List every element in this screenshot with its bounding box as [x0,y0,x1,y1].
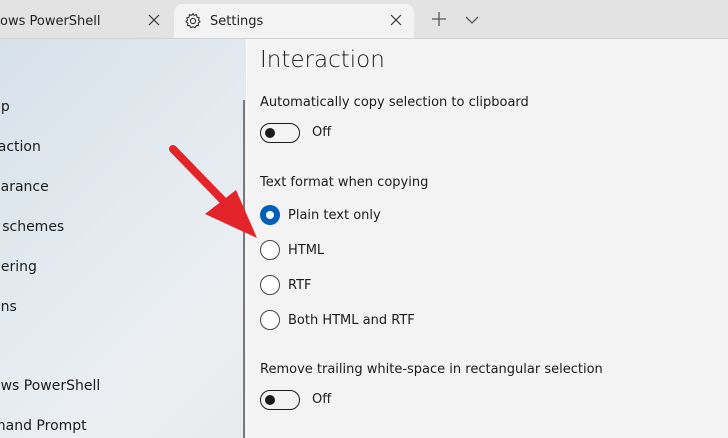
close-icon[interactable] [388,12,404,28]
radio-label: Both HTML and RTF [288,312,415,328]
toggle-knob [264,394,275,405]
copy-on-select-label: Automatically copy selection to clipboar… [260,95,529,110]
plus-icon[interactable] [430,10,448,28]
text-format-label: Text format when copying [260,175,429,190]
page-title: Interaction [260,47,385,73]
radio-rtf[interactable]: RTF [260,275,312,295]
radio-button[interactable] [260,240,280,260]
radio-button[interactable] [260,275,280,295]
sidebar-item-actions[interactable]: ons [0,299,17,315]
sidebar-scrollbar[interactable] [243,100,245,438]
sidebar-item-appearance[interactable]: earance [0,179,49,195]
tab-powershell[interactable]: ows PowerShell [0,4,172,38]
radio-html[interactable]: HTML [260,240,324,260]
chevron-down-icon[interactable] [464,12,480,28]
tab-settings[interactable]: Settings [174,4,414,38]
sidebar-item-color-schemes[interactable]: r schemes [0,219,64,235]
tab-settings-label: Settings [210,13,264,29]
radio-label: RTF [288,277,312,293]
sidebar-item-rendering[interactable]: dering [0,259,37,275]
sidebar-item-command-prompt[interactable]: mand Prompt [0,418,87,434]
radio-button-checked[interactable] [260,205,280,225]
sidebar-item-interaction[interactable]: raction [0,139,41,155]
trim-block-selection-label: Remove trailing white-space in rectangul… [260,362,603,377]
sidebar-item-windows-powershell[interactable]: ows PowerShell [0,378,100,394]
settings-content: Interaction Automatically copy selection… [247,39,728,438]
radio-plain-text[interactable]: Plain text only [260,205,381,225]
radio-label: HTML [288,242,325,258]
radio-label: Plain text only [288,207,381,223]
sidebar-item-startup[interactable]: up [0,99,10,115]
radio-button[interactable] [260,310,280,330]
toggle-knob [264,127,275,138]
tab-powershell-label: ows PowerShell [0,13,101,29]
trim-block-selection-state: Off [312,392,332,407]
gear-icon [184,12,202,30]
copy-on-select-state: Off [312,125,332,140]
close-icon[interactable] [146,12,162,28]
tab-bar: ows PowerShell Settings [0,0,728,39]
radio-html-and-rtf[interactable]: Both HTML and RTF [260,310,415,330]
trim-block-selection-toggle[interactable] [260,390,300,410]
settings-sidebar: up raction earance r schemes dering ons … [0,39,246,438]
copy-on-select-toggle[interactable] [260,123,300,143]
